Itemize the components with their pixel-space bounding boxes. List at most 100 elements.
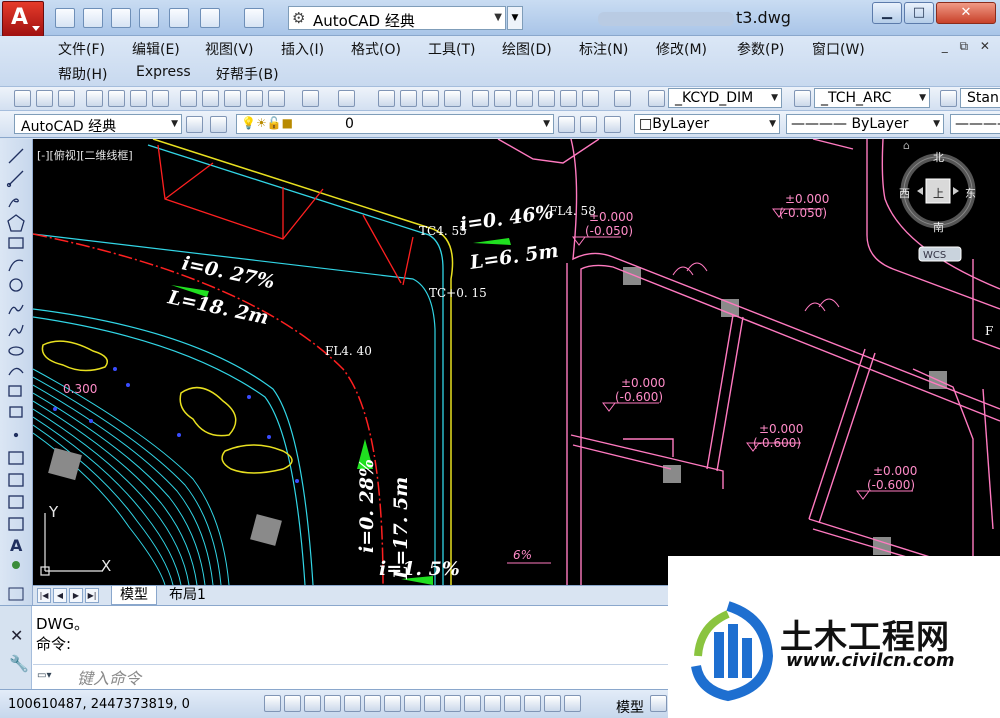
app-menu-button[interactable]: A: [2, 1, 44, 37]
menu-format[interactable]: 格式(O): [351, 39, 401, 59]
object-snap-icon[interactable]: [364, 695, 381, 712]
menu-help[interactable]: 帮助(H): [58, 64, 107, 84]
text-style-icon[interactable]: [648, 90, 665, 107]
crosshair-icon[interactable]: [564, 695, 581, 712]
print-icon[interactable]: [169, 8, 189, 28]
tab-layout1[interactable]: 布局1: [161, 586, 214, 605]
model-space-toggle[interactable]: 模型: [616, 697, 644, 717]
properties-icon[interactable]: [472, 90, 489, 107]
menu-parametric[interactable]: 参数(P): [737, 39, 784, 59]
undo-icon[interactable]: [200, 8, 220, 28]
grid-display-icon[interactable]: [304, 695, 321, 712]
save-as-icon[interactable]: [139, 8, 159, 28]
selection-cycling-icon[interactable]: [524, 695, 541, 712]
next-tab-button[interactable]: ▶: [69, 588, 83, 603]
menu-helper[interactable]: 好帮手(B): [216, 64, 279, 84]
color-select[interactable]: □ByLayer ▼: [634, 114, 780, 134]
dim-style-select[interactable]: _KCYD_DIM ▼: [668, 88, 782, 108]
match-properties-icon[interactable]: [246, 90, 263, 107]
workspace-settings-icon[interactable]: [186, 116, 203, 133]
layer-properties-icon[interactable]: [210, 116, 227, 133]
wrench-icon[interactable]: 🔧: [9, 654, 29, 673]
transparency-icon[interactable]: [484, 695, 501, 712]
layer-state-icon[interactable]: [604, 116, 621, 133]
block-editor-icon[interactable]: [268, 90, 285, 107]
workspace-select[interactable]: AutoCAD 经典 ▼: [14, 114, 182, 135]
infer-constraints-icon[interactable]: [264, 695, 281, 712]
command-prompt-icon[interactable]: ▭▾: [37, 670, 67, 685]
menu-insert[interactable]: 插入(I): [281, 39, 324, 59]
quick-view-icon[interactable]: [650, 695, 667, 712]
tab-model[interactable]: 模型: [111, 586, 157, 605]
qnew-icon[interactable]: [14, 90, 31, 107]
snap-mode-icon[interactable]: [284, 695, 301, 712]
paste-icon[interactable]: [224, 90, 241, 107]
menu-edit[interactable]: 编辑(E): [132, 39, 180, 59]
menu-draw[interactable]: 绘图(D): [502, 39, 552, 59]
design-center-icon[interactable]: [494, 90, 511, 107]
zoom-previous-icon[interactable]: [444, 90, 461, 107]
save-icon[interactable]: [111, 8, 131, 28]
menu-modify[interactable]: 修改(M): [656, 39, 707, 59]
text-style-select[interactable]: _TCH_ARC ▼: [814, 88, 930, 108]
menu-tools[interactable]: 工具(T): [428, 39, 475, 59]
table-style-select[interactable]: Stan: [960, 88, 1000, 108]
tool-palettes-icon[interactable]: [516, 90, 533, 107]
3d-osnap-icon[interactable]: [384, 695, 401, 712]
publish-icon[interactable]: [130, 90, 147, 107]
viewport-controls[interactable]: [-][俯视][二维线框]: [37, 147, 133, 163]
make-current-layer-icon[interactable]: [558, 116, 575, 133]
command-input[interactable]: [77, 667, 657, 689]
layer-previous-icon[interactable]: [580, 116, 597, 133]
copy-icon[interactable]: [202, 90, 219, 107]
polar-tracking-icon[interactable]: [344, 695, 361, 712]
quick-properties-icon[interactable]: [504, 695, 521, 712]
quickcalc-icon[interactable]: [582, 90, 599, 107]
open-file-icon[interactable]: [83, 8, 103, 28]
preview-icon[interactable]: [108, 90, 125, 107]
menu-express[interactable]: Express: [136, 64, 191, 80]
menu-file[interactable]: 文件(F): [58, 39, 105, 59]
first-tab-button[interactable]: |◀: [37, 588, 51, 603]
otrack-icon[interactable]: [404, 695, 421, 712]
layer-select[interactable]: 💡☀🔓■ 0 ▼: [236, 114, 554, 134]
lineweight-icon[interactable]: [464, 695, 481, 712]
redo-icon[interactable]: [338, 90, 355, 107]
annotation-monitor-icon[interactable]: [544, 695, 561, 712]
lineweight-select[interactable]: ————: [950, 114, 1000, 134]
menu-dimension[interactable]: 标注(N): [579, 39, 628, 59]
undo-icon[interactable]: [302, 90, 319, 107]
save-icon[interactable]: [58, 90, 75, 107]
close-icon[interactable]: ✕: [10, 626, 23, 645]
plot-icon[interactable]: [86, 90, 103, 107]
markup-icon[interactable]: [560, 90, 577, 107]
open-icon[interactable]: [36, 90, 53, 107]
table-style-icon[interactable]: [940, 90, 957, 107]
maximize-button[interactable]: □: [904, 2, 934, 24]
menu-window[interactable]: 窗口(W): [812, 39, 865, 59]
sheet-set-icon[interactable]: [538, 90, 555, 107]
new-file-icon[interactable]: [55, 8, 75, 28]
linetype-select[interactable]: ———— ByLayer ▼: [786, 114, 944, 134]
last-tab-button[interactable]: ▶|: [85, 588, 99, 603]
ortho-mode-icon[interactable]: [324, 695, 341, 712]
drawing-canvas[interactable]: i=0. 27% L=18. 2m i=0. 46% L=6. 5m i=0. …: [33, 139, 1000, 585]
menu-view[interactable]: 视图(V): [205, 39, 254, 59]
dim-style-icon[interactable]: [794, 90, 811, 107]
close-button[interactable]: ✕: [936, 2, 996, 24]
pan-icon[interactable]: [378, 90, 395, 107]
zoom-realtime-icon[interactable]: [400, 90, 417, 107]
workspace-switcher[interactable]: ⚙ AutoCAD 经典 ▼: [288, 6, 506, 30]
quick-access-more-button[interactable]: ▼: [507, 6, 523, 30]
help-icon[interactable]: [614, 90, 631, 107]
minimize-button[interactable]: ▁: [872, 2, 902, 24]
prev-tab-button[interactable]: ◀: [53, 588, 67, 603]
ducs-icon[interactable]: [424, 695, 441, 712]
cut-icon[interactable]: [180, 90, 197, 107]
coordinate-readout[interactable]: 100610487, 2447373819, 0: [8, 697, 190, 712]
command-line-handle[interactable]: ✕ 🔧: [0, 606, 32, 690]
redo-icon[interactable]: [244, 8, 264, 28]
3dprint-icon[interactable]: [152, 90, 169, 107]
zoom-window-icon[interactable]: [422, 90, 439, 107]
mdi-window-controls[interactable]: _ ⧉ ✕: [942, 39, 994, 54]
